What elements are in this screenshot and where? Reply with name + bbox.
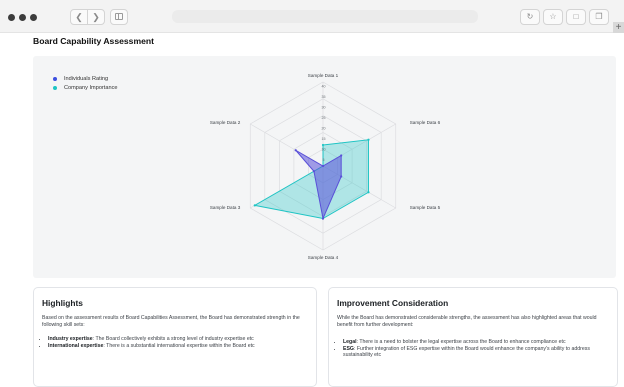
- axis-label: Sample Data 1: [308, 73, 339, 78]
- data-point: [340, 154, 343, 157]
- chevron-right-icon[interactable]: ❯: [87, 10, 104, 24]
- page-title: Board Capability Assessment: [33, 36, 154, 46]
- legend-swatch-company: [53, 85, 57, 90]
- improvement-intro: While the Board has demonstrated conside…: [337, 315, 597, 328]
- data-point: [321, 164, 325, 168]
- tick-label: 20: [322, 127, 326, 131]
- reload-icon[interactable]: ↻: [520, 9, 540, 25]
- radar-chart: 40 35 30 25 20 15 10 5 Sample Data 1 Sample Data …: [210, 73, 441, 260]
- list-item: ESG: Further integration of ESG expertis…: [343, 346, 615, 358]
- sidebar-toggle-button[interactable]: [110, 9, 128, 25]
- list-item: International expertise: There is a subs…: [48, 343, 278, 349]
- axis-label: Sample Data 4: [308, 255, 339, 260]
- legend-item: Company Importance: [53, 83, 117, 92]
- series-company-importance-area: [253, 139, 369, 220]
- star-icon[interactable]: ☆: [543, 9, 563, 25]
- list-item-term: International expertise: [48, 342, 104, 349]
- list-item-term: ESG: [343, 345, 354, 352]
- address-bar[interactable]: [172, 10, 478, 23]
- axis-label: Sample Data 6: [410, 120, 441, 125]
- improvement-title: Improvement Consideration: [337, 298, 449, 308]
- axis-label: Sample Data 2: [210, 120, 241, 125]
- data-point: [367, 191, 370, 194]
- list-item-term: Industry expertise: [48, 336, 93, 342]
- tick-label: 5: [323, 158, 325, 162]
- sidebar-icon: [115, 13, 123, 20]
- tick-label: 35: [322, 95, 326, 99]
- minimize-window-icon[interactable]: [19, 14, 26, 21]
- window-controls: [8, 14, 37, 21]
- data-point: [321, 143, 325, 147]
- chart-legend: Individuals Rating Company Importance: [53, 74, 117, 92]
- list-item: Legal: There is a need to bolster the le…: [343, 339, 615, 345]
- tick-label: 25: [322, 116, 326, 120]
- list-item-text: : There is a substantial international e…: [103, 342, 255, 349]
- share-icon[interactable]: □: [566, 9, 586, 25]
- data-point: [312, 170, 316, 173]
- highlights-intro: Based on the assessment results of Board…: [42, 315, 300, 328]
- highlights-card: Highlights Based on the assessment resul…: [33, 287, 317, 387]
- list-item-text: : There is a need to bolster the legal e…: [356, 339, 566, 345]
- tabs-icon[interactable]: ❐: [589, 9, 609, 25]
- axis-label: Sample Data 3: [210, 205, 241, 210]
- legend-label: Company Importance: [64, 84, 118, 91]
- legend-swatch-individuals: [53, 76, 57, 81]
- improvement-card: Improvement Consideration While the Boar…: [328, 287, 618, 387]
- data-point: [294, 149, 297, 152]
- browser-toolbar: ❮ ❯ ↻ ☆ □ ❐ +: [0, 0, 624, 33]
- list-item-term: Legal: [343, 339, 357, 345]
- data-point: [367, 138, 370, 141]
- tick-label: 15: [322, 137, 326, 141]
- list-item-text: : The Board collectively exhibits a stro…: [92, 336, 254, 342]
- data-point: [253, 204, 256, 207]
- axis-label: Sample Data 5: [410, 205, 441, 210]
- tick-label: 40: [322, 85, 326, 89]
- legend-item: Individuals Rating: [53, 74, 117, 83]
- data-point: [321, 217, 325, 220]
- close-window-icon[interactable]: [8, 14, 15, 21]
- improvement-list: Legal: There is a need to bolster the le…: [337, 339, 615, 358]
- history-nav: ❮ ❯: [70, 9, 105, 25]
- zoom-window-icon[interactable]: [30, 14, 37, 21]
- list-item-text: : Further integration of ESG expertise w…: [343, 345, 590, 358]
- chevron-left-icon[interactable]: ❮: [71, 10, 87, 24]
- highlights-list: Industry expertise: The Board collective…: [42, 336, 278, 349]
- radar-chart-panel: 40 35 30 25 20 15 10 5 Sample Data 1 Sample Data …: [33, 56, 616, 278]
- highlights-title: Highlights: [42, 298, 83, 308]
- list-item: Industry expertise: The Board collective…: [48, 336, 278, 342]
- tick-label: 30: [322, 106, 326, 110]
- new-tab-button[interactable]: +: [613, 22, 624, 33]
- tick-label: 10: [322, 148, 326, 152]
- legend-label: Individuals Rating: [64, 75, 109, 82]
- data-point: [340, 175, 343, 178]
